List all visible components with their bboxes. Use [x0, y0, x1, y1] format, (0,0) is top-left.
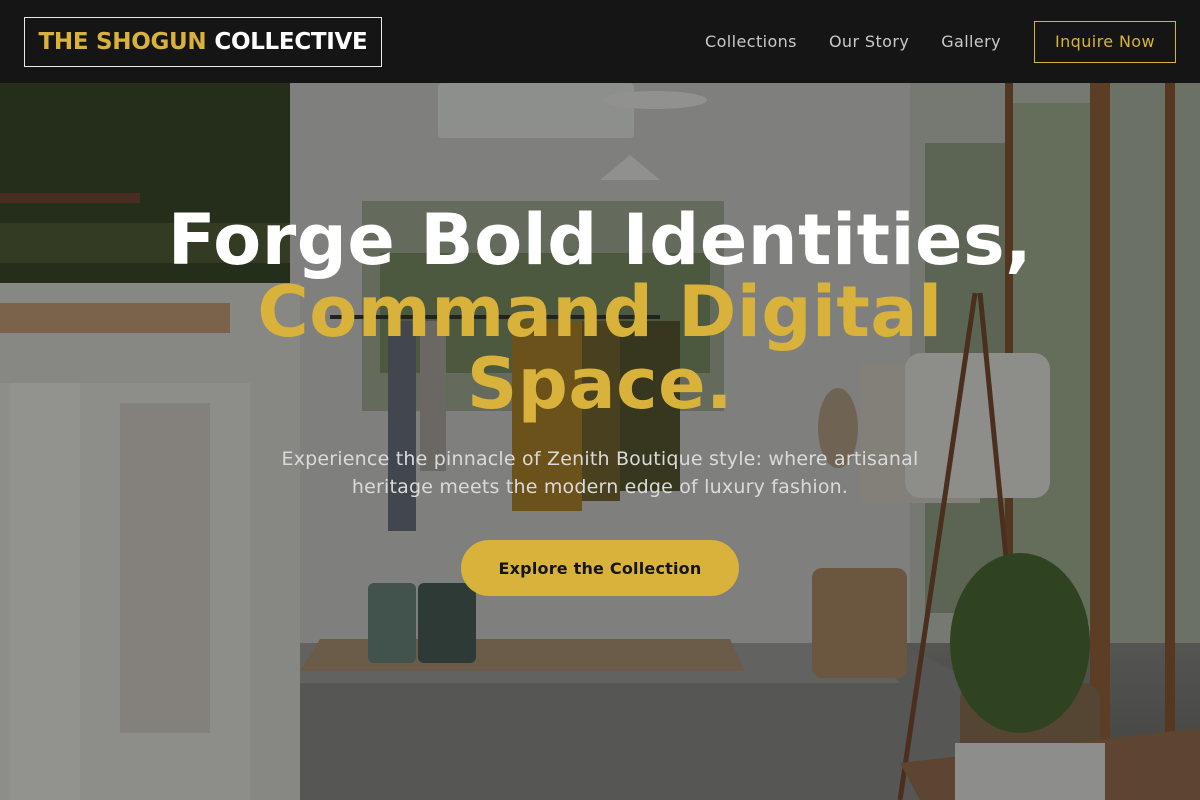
nav-link-gallery[interactable]: Gallery	[941, 32, 1001, 51]
hero-subtitle: Experience the pinnacle of Zenith Boutiq…	[281, 448, 919, 498]
inquire-now-button[interactable]: Inquire Now	[1034, 20, 1176, 63]
hero-content: Forge Bold Identities, Command Digital S…	[0, 83, 1200, 800]
hero-section: Forge Bold Identities, Command Digital S…	[0, 83, 1200, 800]
brand-logo-part2: COLLECTIVE	[214, 28, 368, 55]
hero-headline-line2: Command Digital	[257, 271, 943, 353]
nav-link-collections[interactable]: Collections	[705, 32, 797, 51]
brand-logo-part1: THE SHOGUN	[38, 28, 207, 55]
nav-link-our-story[interactable]: Our Story	[829, 32, 909, 51]
brand-logo[interactable]: THE SHOGUN COLLECTIVE	[24, 16, 382, 67]
top-navbar: THE SHOGUN COLLECTIVE Collections Our St…	[0, 0, 1200, 83]
main-nav: Collections Our Story Gallery Inquire No…	[705, 20, 1176, 63]
explore-collection-button[interactable]: Explore the Collection	[461, 540, 739, 596]
hero-headline-line1: Forge Bold Identities,	[167, 199, 1033, 281]
hero-headline-line3: Space.	[466, 343, 734, 425]
